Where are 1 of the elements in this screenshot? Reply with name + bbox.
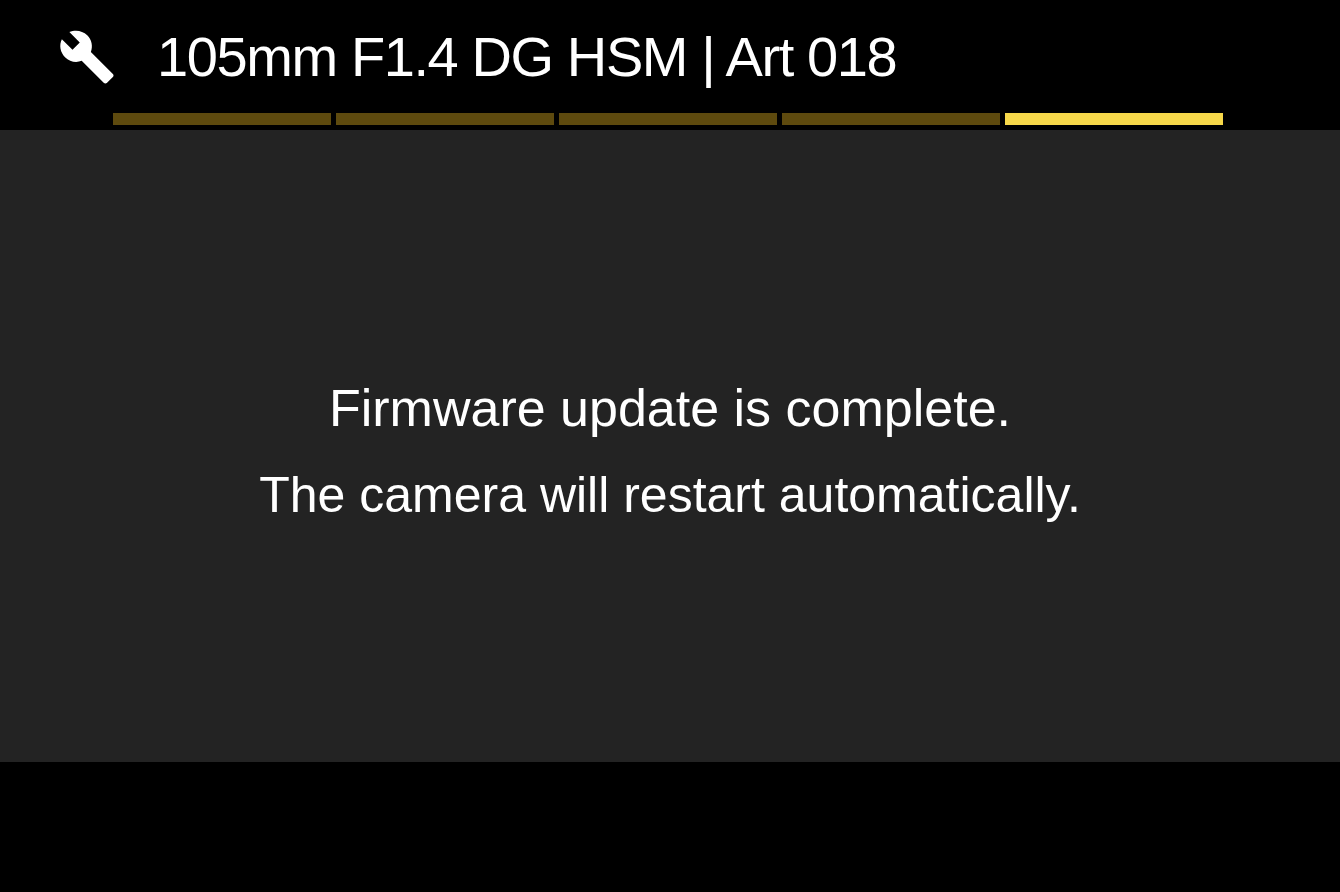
message-text: The camera will restart automatically. [259, 470, 1081, 520]
